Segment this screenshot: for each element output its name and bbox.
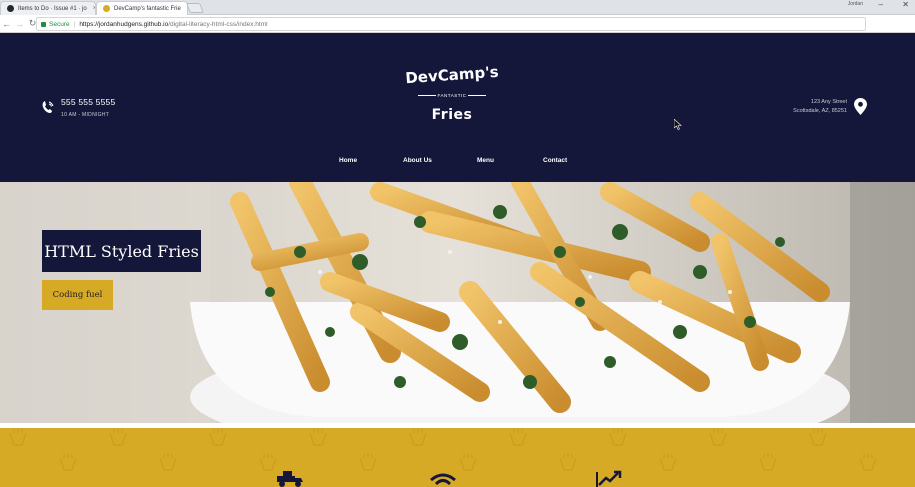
logo-divider-right [468,95,486,96]
tab-title: DevCamp's fantastic Frie [114,5,181,12]
lock-icon [41,21,46,27]
nav-home[interactable]: Home [339,157,357,164]
phone-number[interactable]: 555 555 5555 [61,97,115,107]
hero-banner [0,182,915,423]
coding-fuel-button[interactable]: Coding fuel [42,280,113,310]
url-path: /digital-literacy-html-css/index.html [168,20,268,28]
logo-fries-text: Fries [431,107,473,123]
tab-title: Items to Do · Issue #1 · jo [18,5,87,12]
nav-contact[interactable]: Contact [543,157,567,164]
logo-devcamp-text: DevCamp's [404,62,500,88]
mouse-cursor-icon [674,119,682,130]
address-bar: ← → ↻ Secure | https://jordanhudgens.git… [0,15,915,42]
chart-trending-icon [596,470,622,487]
back-icon[interactable]: ← [0,19,13,29]
profile-label[interactable]: Jordan [848,1,863,7]
nav-menu[interactable]: Menu [477,157,494,164]
nav-about-us[interactable]: About Us [403,157,432,164]
browser-tab-github[interactable]: Items to Do · Issue #1 · jo × [0,1,96,15]
site-header: 555 555 5555 10 AM - MIDNIGHT DevCamp's … [0,33,915,182]
close-window-icon[interactable]: ✕ [902,0,909,9]
opening-hours: 10 AM - MIDNIGHT [61,112,110,118]
phone-icon [42,101,54,113]
site-logo[interactable]: DevCamp's FANTASTIC Fries [402,62,502,126]
address-line-2: Scottsdale, AZ, 85251 [793,108,847,114]
secure-label: Secure [49,20,70,28]
url-input[interactable]: Secure | https://jordanhudgens.github.io… [36,17,866,31]
logo-fantastic-text: FANTASTIC [437,93,467,98]
new-tab-button[interactable] [186,3,204,13]
fries-photo [0,182,915,423]
github-icon [7,5,14,12]
forward-icon[interactable]: → [13,19,26,29]
map-pin-icon [854,98,867,115]
address-line-1: 123 Any Street [810,99,847,105]
browser-tab-devcamp[interactable]: DevCamp's fantastic Frie × [96,1,188,15]
url-host: https://jordanhudgens.github.io [79,20,169,28]
truck-icon [277,471,303,487]
hero-title: HTML Styled Fries [42,230,201,272]
browser-tab-bar: Items to Do · Issue #1 · jo × DevCamp's … [0,0,915,15]
page-favicon-icon [103,5,110,12]
close-tab-icon[interactable]: × [87,5,95,12]
separator: | [73,20,76,28]
features-section [0,428,915,487]
minimize-icon[interactable]: – [879,0,883,9]
wifi-icon [430,473,456,486]
